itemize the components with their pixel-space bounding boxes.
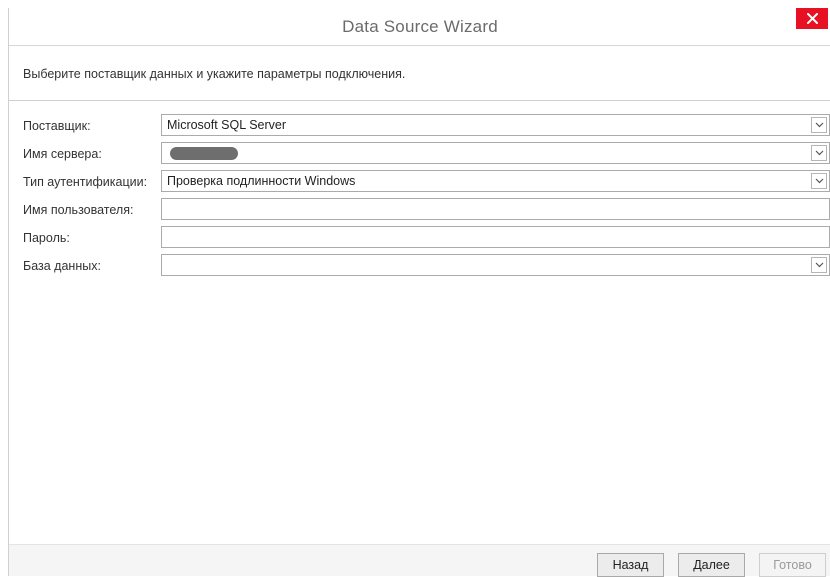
auth-label: Тип аутентификации: bbox=[23, 175, 148, 189]
auth-type-value: Проверка подлинности Windows bbox=[167, 174, 356, 188]
password-row: Пароль: bbox=[9, 226, 830, 248]
auth-dropdown-button[interactable] bbox=[811, 173, 827, 189]
close-button[interactable] bbox=[796, 8, 828, 29]
chevron-down-icon bbox=[815, 150, 823, 156]
server-dropdown-button[interactable] bbox=[811, 145, 827, 161]
database-label: База данных: bbox=[23, 259, 101, 273]
chevron-down-icon bbox=[815, 262, 823, 268]
server-label: Имя сервера: bbox=[23, 147, 102, 161]
title-bar: Data Source Wizard bbox=[9, 8, 830, 45]
auth-row: Тип аутентификации: Проверка подлинности… bbox=[9, 170, 830, 192]
provider-dropdown-button[interactable] bbox=[811, 117, 827, 133]
password-label: Пароль: bbox=[23, 231, 70, 245]
username-input[interactable] bbox=[161, 198, 830, 220]
close-icon bbox=[806, 13, 818, 24]
finish-button[interactable]: Готово bbox=[759, 553, 826, 577]
password-input[interactable] bbox=[161, 226, 830, 248]
chevron-down-icon bbox=[815, 122, 823, 128]
username-row: Имя пользователя: bbox=[9, 198, 830, 220]
database-row: База данных: bbox=[9, 254, 830, 276]
wizard-window: Data Source Wizard Выберите поставщик да… bbox=[8, 8, 830, 577]
provider-dropdown[interactable]: Microsoft SQL Server bbox=[161, 114, 830, 136]
server-row: Имя сервера: bbox=[9, 142, 830, 164]
provider-value: Microsoft SQL Server bbox=[167, 118, 287, 132]
next-button[interactable]: Далее bbox=[678, 553, 745, 577]
username-label: Имя пользователя: bbox=[23, 203, 134, 217]
redacted-server-name bbox=[170, 147, 238, 160]
instruction-text: Выберите поставщик данных и укажите пара… bbox=[23, 67, 406, 81]
provider-row: Поставщик: Microsoft SQL Server bbox=[9, 114, 830, 136]
header-divider bbox=[9, 45, 830, 46]
wizard-footer: Назад Далее Готово bbox=[9, 544, 830, 577]
server-combobox[interactable] bbox=[161, 142, 830, 164]
chevron-down-icon bbox=[815, 178, 823, 184]
content-divider bbox=[9, 100, 830, 101]
auth-type-dropdown[interactable]: Проверка подлинности Windows bbox=[161, 170, 830, 192]
window-title: Data Source Wizard bbox=[342, 17, 498, 36]
provider-label: Поставщик: bbox=[23, 119, 91, 133]
back-button[interactable]: Назад bbox=[597, 553, 664, 577]
database-dropdown[interactable] bbox=[161, 254, 830, 276]
database-dropdown-button[interactable] bbox=[811, 257, 827, 273]
